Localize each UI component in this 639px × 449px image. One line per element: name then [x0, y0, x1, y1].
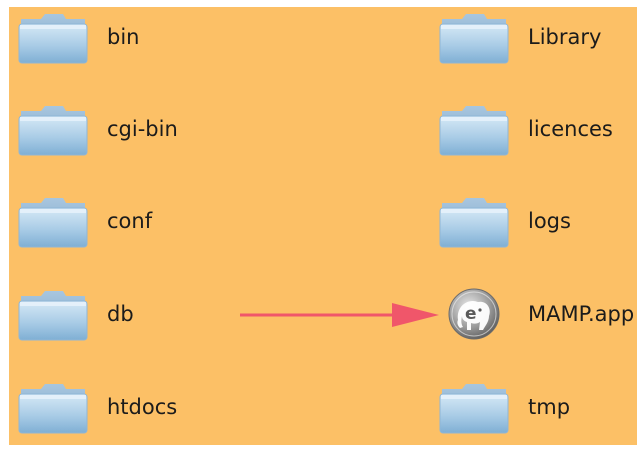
folder-icon — [18, 291, 88, 341]
folder-item-tmp[interactable]: tmp — [438, 377, 570, 437]
folder-icon — [439, 384, 509, 434]
folder-item-htdocs[interactable]: htdocs — [17, 377, 177, 437]
folder-icon — [439, 106, 509, 156]
finder-window: bin cgi-bin conf db htdocs Library licen… — [9, 7, 637, 445]
folder-icon — [439, 198, 509, 248]
folder-item-db[interactable]: db — [17, 284, 134, 344]
item-label: bin — [107, 25, 140, 49]
item-label: conf — [107, 209, 153, 233]
folder-item-library[interactable]: Library — [438, 7, 601, 67]
item-label: licences — [528, 117, 613, 141]
folder-icon — [439, 14, 509, 64]
item-label: htdocs — [107, 395, 178, 419]
folder-item-cgi-bin[interactable]: cgi-bin — [17, 99, 178, 159]
folder-icon — [18, 384, 88, 434]
svg-text:e: e — [465, 304, 477, 324]
item-label: db — [107, 302, 134, 326]
item-label: logs — [528, 209, 571, 233]
mamp-elephant-app-icon: e — [448, 288, 500, 340]
item-label: tmp — [528, 395, 571, 419]
item-label: cgi-bin — [107, 117, 178, 141]
folder-item-conf[interactable]: conf — [17, 191, 152, 251]
folder-icon — [18, 106, 88, 156]
item-label: Library — [528, 25, 602, 49]
app-item-mamp[interactable]: e MAMP.app — [438, 284, 634, 344]
folder-icon — [18, 14, 88, 64]
folder-item-logs[interactable]: logs — [438, 191, 571, 251]
item-label: MAMP.app — [528, 302, 635, 326]
folder-icon — [18, 198, 88, 248]
folder-item-licences[interactable]: licences — [438, 99, 613, 159]
folder-item-bin[interactable]: bin — [17, 7, 139, 67]
